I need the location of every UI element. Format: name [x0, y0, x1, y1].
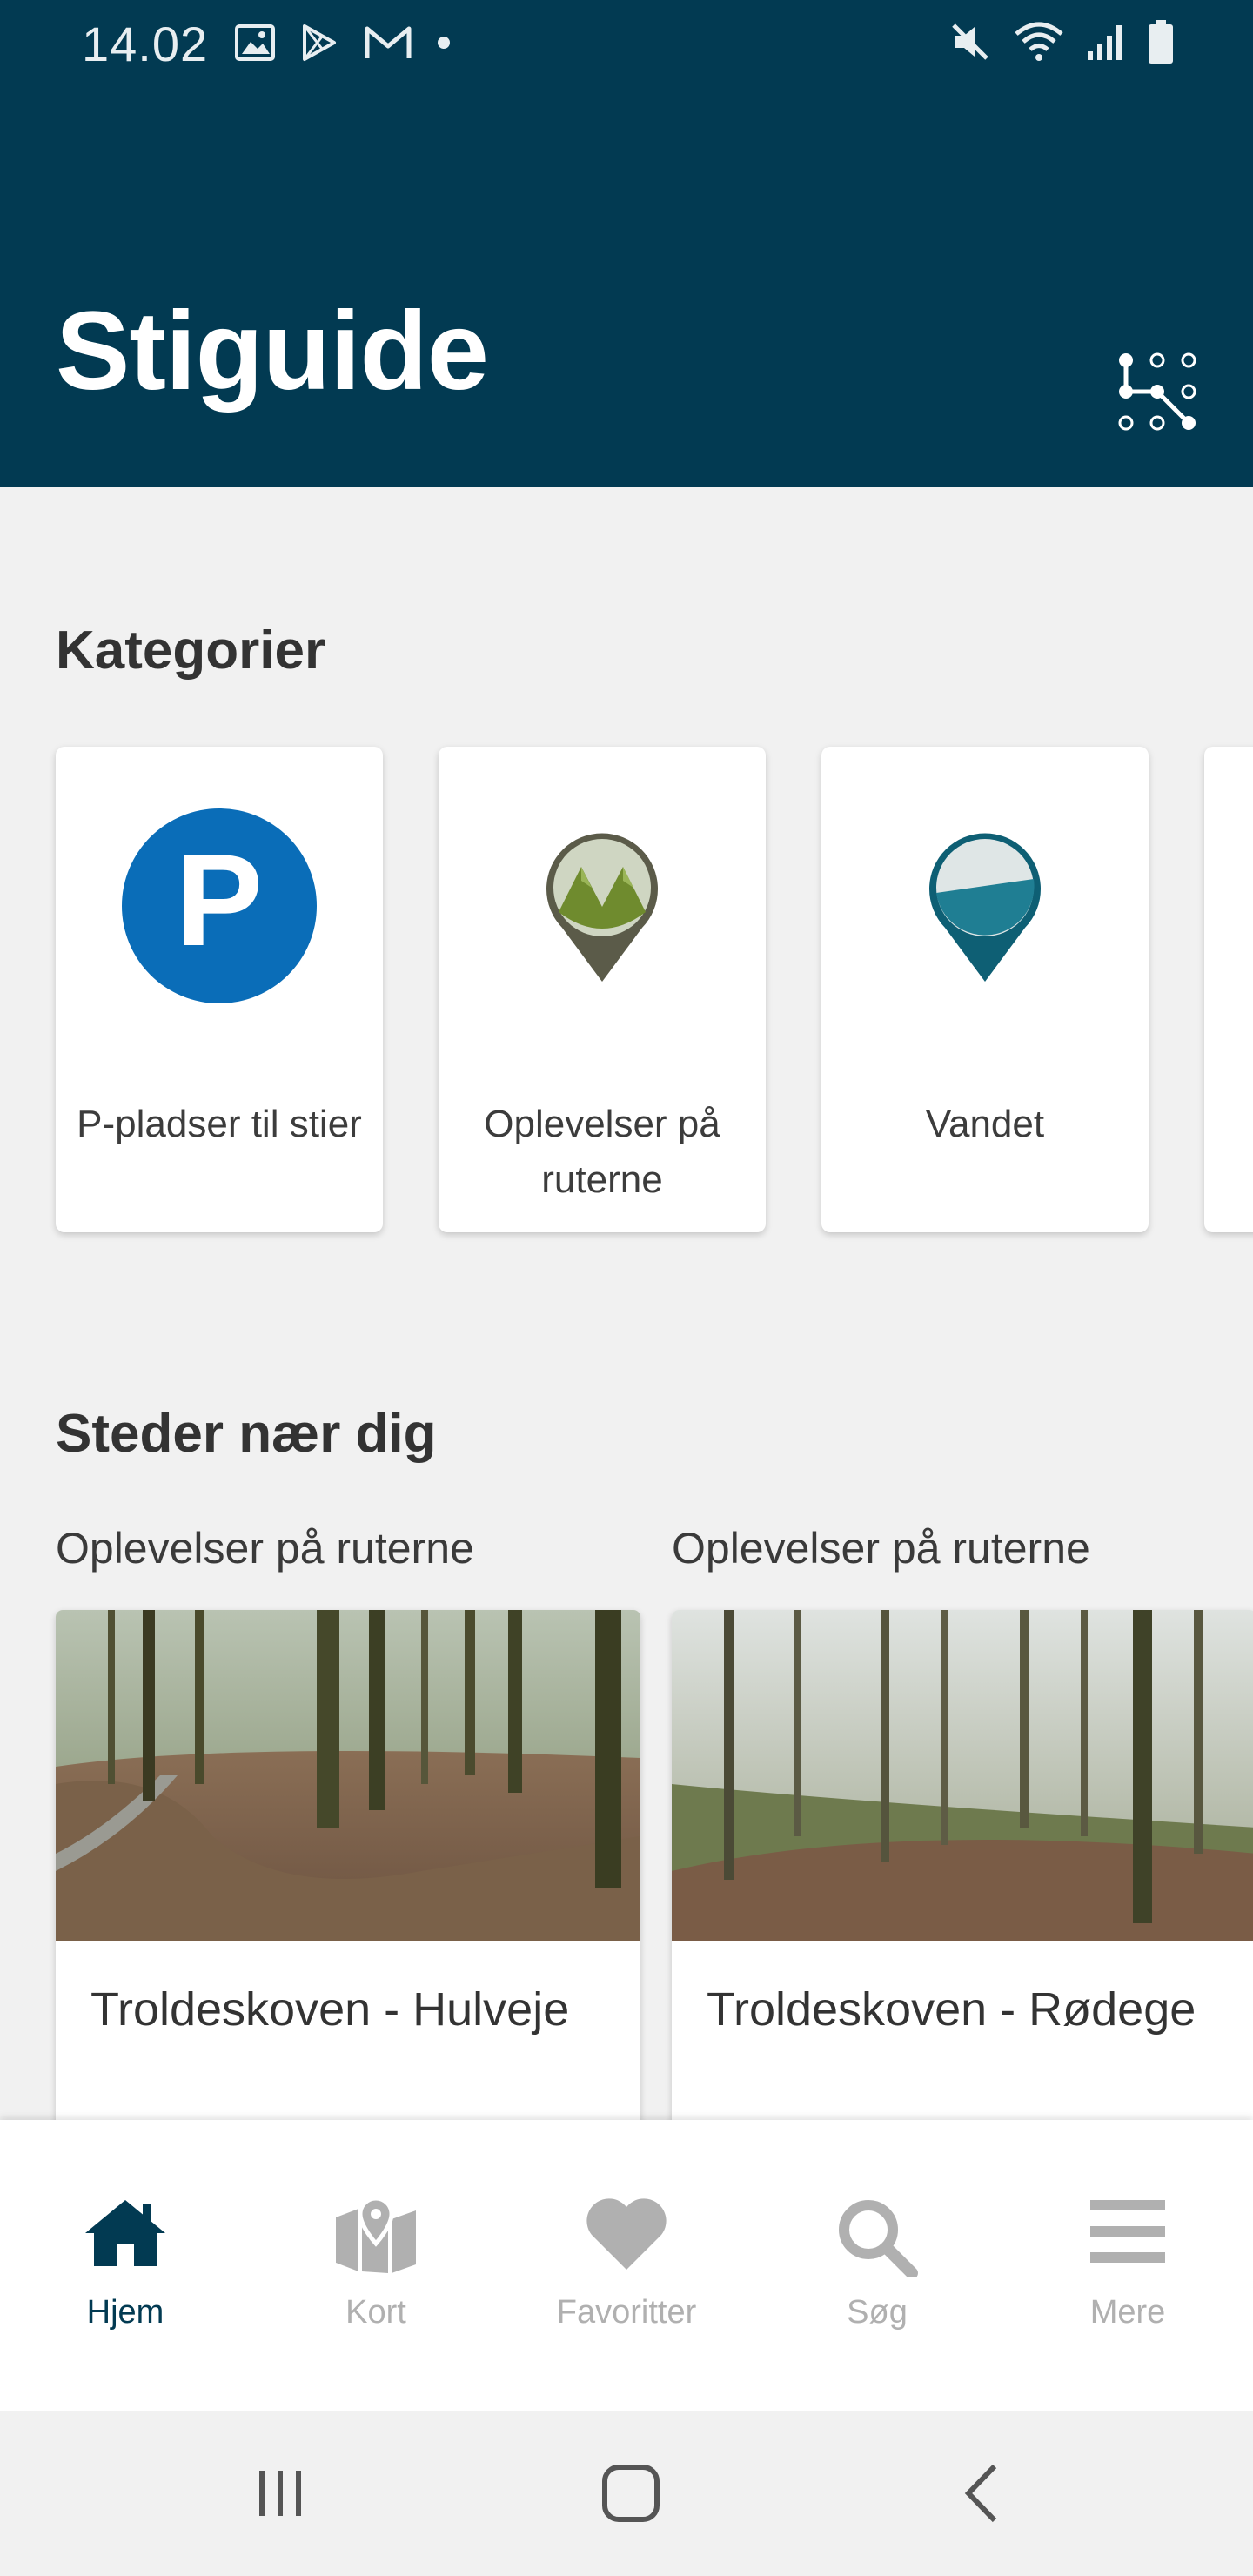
home-icon	[85, 2200, 165, 2266]
battery-icon	[1149, 20, 1173, 64]
nav-item-search[interactable]: Søg	[752, 2120, 1002, 2411]
image-icon	[235, 24, 275, 61]
category-card-experiences[interactable]: Oplevelser på ruterne	[439, 747, 766, 1232]
forest-photo	[672, 1610, 1253, 1941]
home-button[interactable]	[544, 2411, 718, 2576]
category-label: Vandet	[925, 1103, 1045, 1145]
category-card-water[interactable]: Vandet	[821, 747, 1149, 1232]
nav-label: Søg	[847, 2294, 908, 2331]
system-nav-bar	[0, 2411, 1253, 2576]
status-bar: 14.02	[0, 0, 1253, 84]
dot-icon	[438, 37, 450, 49]
place-category-label: Oplevelser på ruterne	[56, 1524, 474, 1573]
parking-icon: P	[122, 808, 317, 1003]
menu-icon	[1090, 2200, 1165, 2263]
nav-item-more[interactable]: Mere	[1002, 2120, 1253, 2411]
nav-label: Mere	[1089, 2294, 1166, 2331]
place-title: Troldeskoven - Hulveje	[90, 1983, 570, 2036]
back-chevron-icon	[964, 2464, 997, 2523]
nearby-title: Steder nær dig	[56, 1404, 437, 1464]
bottom-nav: Hjem Kort Favoritter Søg Mere	[0, 2120, 1253, 2411]
back-button[interactable]	[895, 2411, 1069, 2576]
nav-item-home[interactable]: Hjem	[0, 2120, 251, 2411]
categories-title: Kategorier	[56, 621, 326, 681]
status-icons-right	[948, 19, 1175, 64]
svg-text:P: P	[176, 827, 263, 973]
category-label: Oplevelser på ruterne	[484, 1103, 720, 1201]
home-square-icon	[602, 2465, 660, 2522]
app-root: 14.02 Stiguide Kategorier P P-pladser ti…	[0, 0, 1253, 2576]
nav-label: Hjem	[86, 2294, 164, 2331]
header: 14.02 Stiguide	[0, 0, 1253, 487]
nav-item-favorites[interactable]: Favoritter	[501, 2120, 752, 2411]
mute-icon	[952, 23, 988, 60]
category-card-partial[interactable]	[1204, 747, 1253, 1232]
gmail-icon	[365, 26, 412, 58]
place-card-hulveje[interactable]: Troldeskoven - Hulveje	[56, 1610, 640, 2132]
categories-row[interactable]: P P-pladser til stier Oplevelser på rute…	[56, 747, 1253, 1234]
play-store-icon	[303, 24, 336, 61]
mountain-pin-icon	[546, 833, 658, 982]
status-time: 14.02	[82, 17, 209, 71]
place-card-rodege[interactable]: Troldeskoven - Rødege	[672, 1610, 1253, 2132]
search-icon	[839, 2200, 918, 2277]
nav-label: Favoritter	[556, 2294, 697, 2331]
water-pin-icon	[929, 833, 1041, 982]
recents-icon	[259, 2471, 301, 2516]
category-card-parking[interactable]: P P-pladser til stier	[56, 747, 383, 1232]
heart-icon	[586, 2198, 667, 2270]
dots-network-icon[interactable]	[1114, 348, 1201, 435]
place-title: Troldeskoven - Rødege	[707, 1983, 1196, 2036]
category-label: P-pladser til stier	[77, 1103, 362, 1145]
signal-icon	[1088, 25, 1122, 60]
wifi-icon	[1015, 22, 1063, 61]
nav-label: Kort	[345, 2294, 406, 2331]
nav-item-map[interactable]: Kort	[251, 2120, 501, 2411]
status-icons-left	[235, 21, 451, 64]
app-title: Stiguide	[56, 289, 489, 413]
place-category-label: Oplevelser på ruterne	[672, 1524, 1090, 1573]
forest-photo	[56, 1610, 640, 1941]
recents-button[interactable]	[193, 2411, 367, 2576]
map-icon	[336, 2197, 416, 2273]
